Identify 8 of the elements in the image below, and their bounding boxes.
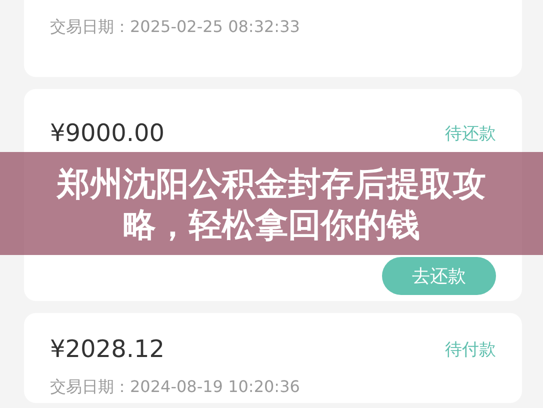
date-text: 交易日期：2025-02-25 08:32:33 xyxy=(50,17,301,38)
date-text: 交易日期：2024-08-19 10:20:36 xyxy=(50,377,301,398)
repay-button[interactable]: 去还款 xyxy=(382,257,496,295)
amount-text: ¥2028.12 xyxy=(50,335,165,363)
status-text: 待付款 xyxy=(445,338,496,360)
amount-text: ¥9000.00 xyxy=(50,119,165,147)
status-text: 待还款 xyxy=(445,122,496,144)
banner-title: 郑州沈阳公积金封存后提取攻略，轻松拿回你的钱 xyxy=(56,162,487,244)
